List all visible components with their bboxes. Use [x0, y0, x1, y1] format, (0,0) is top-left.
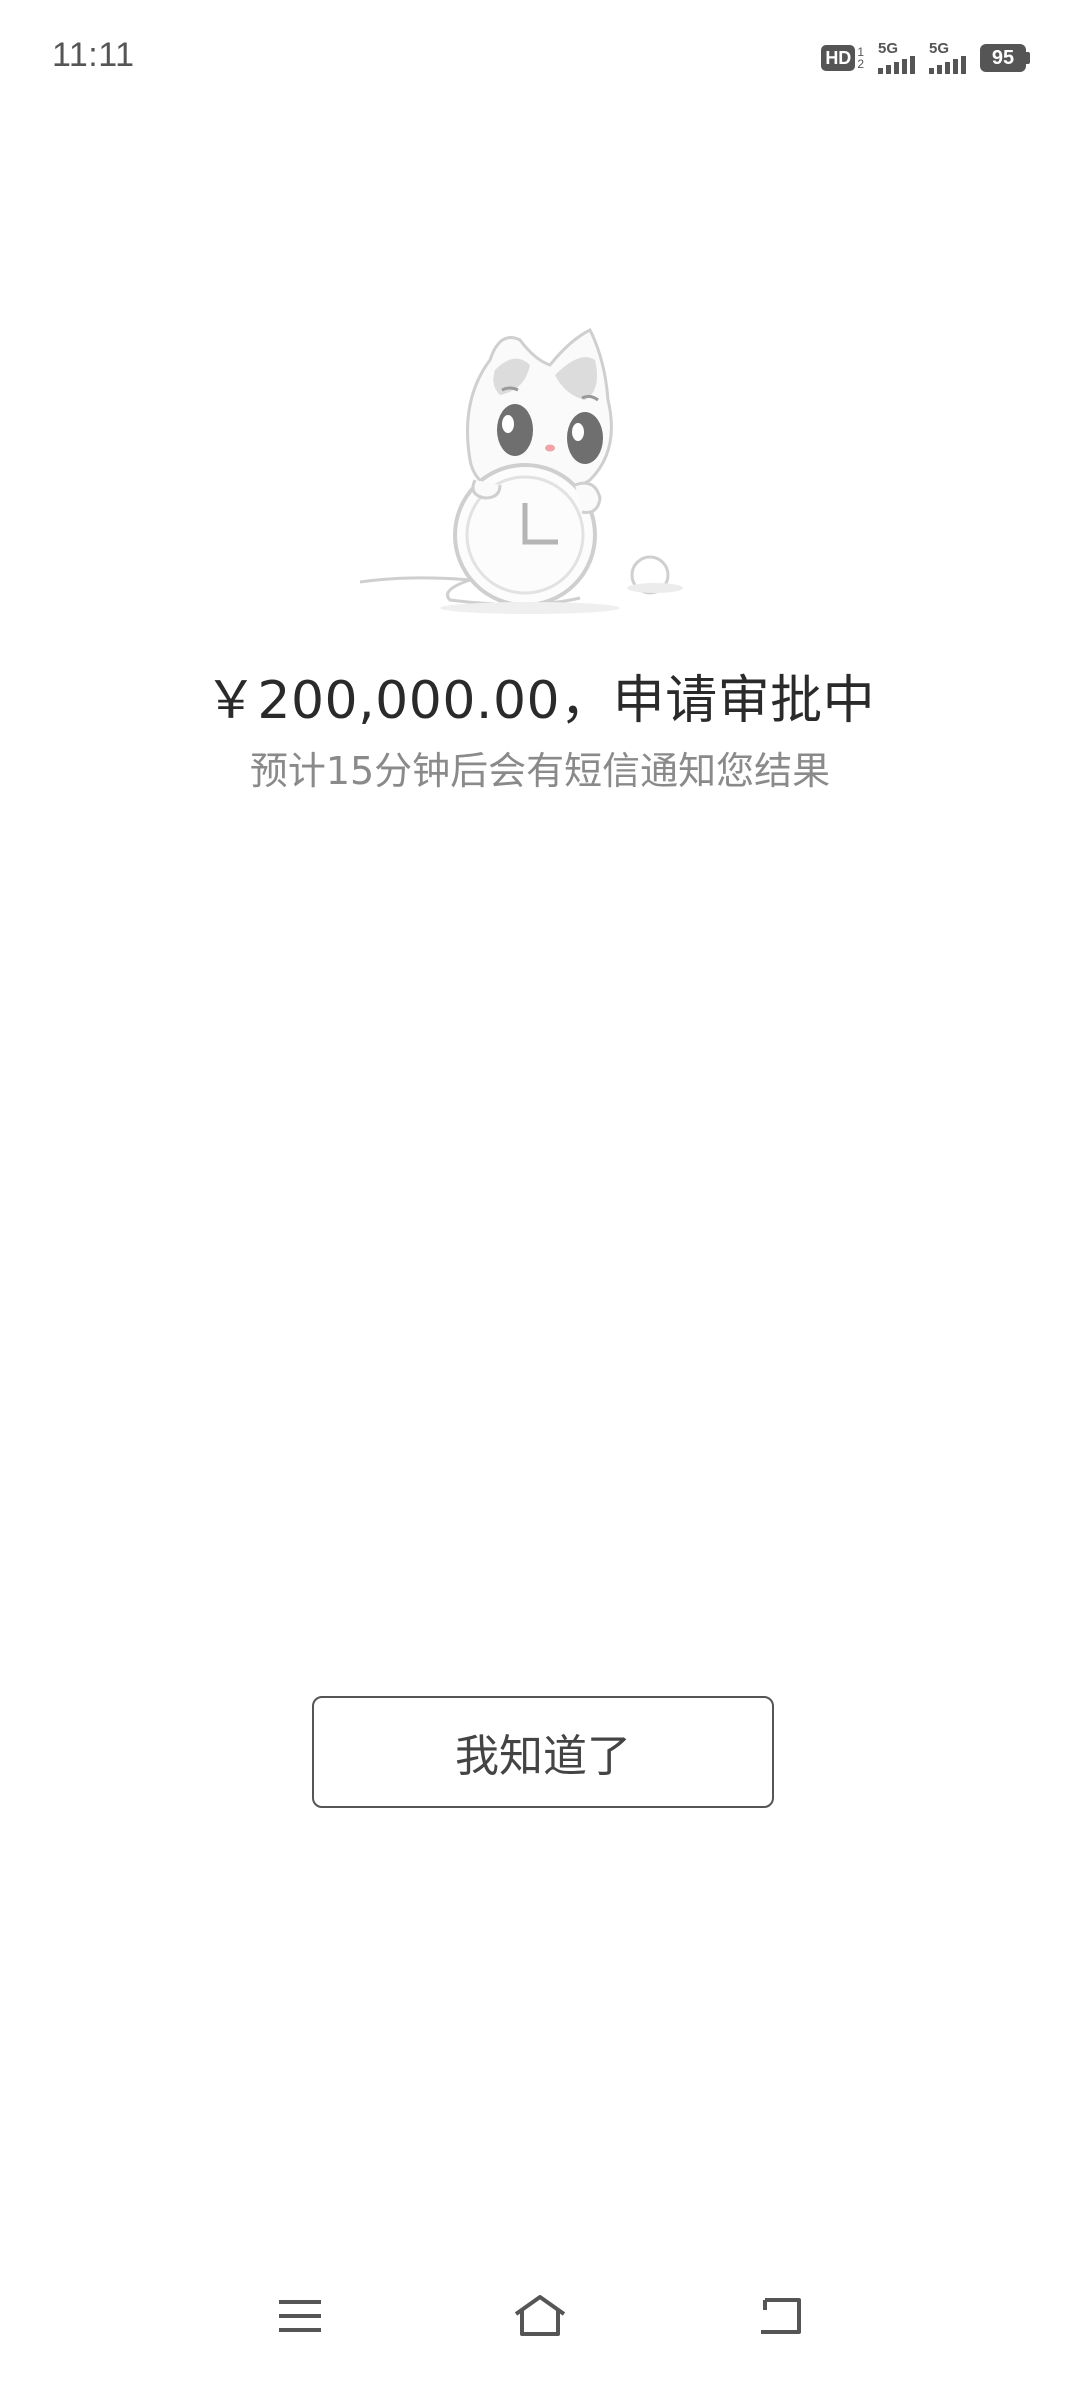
navigation-bar [0, 2258, 1080, 2388]
got-it-button-label: 我知道了 [455, 1731, 631, 1782]
status-time: 11:11 [52, 36, 135, 74]
approval-status-title: ￥200,000.00，申请审批中 [204, 671, 876, 731]
sim2-signal-icon: 5G [929, 40, 966, 74]
sms-notice-subtitle: 预计15分钟后会有短信通知您结果 [249, 749, 831, 793]
hd-sub-bottom: 2 [857, 57, 864, 71]
hd-sub: 1 2 [857, 46, 864, 70]
status-icons: HD 1 2 5G 5G 95 [821, 40, 1030, 76]
sim2-signal-bars [929, 56, 966, 74]
hd-voice-icon: HD 1 2 [821, 45, 864, 71]
sim2-network-label: 5G [929, 40, 950, 57]
status-bar: 11:11 HD 1 2 5G 5G 95 [0, 0, 1080, 120]
menu-icon[interactable] [260, 2276, 340, 2356]
battery-icon: 95 [980, 44, 1030, 72]
sim1-signal-icon: 5G [878, 40, 915, 74]
home-icon[interactable] [500, 2276, 580, 2356]
battery-level: 95 [980, 44, 1026, 72]
hd-label: HD [821, 45, 856, 71]
back-icon[interactable] [740, 2276, 820, 2356]
sim1-signal-bars [878, 56, 915, 74]
got-it-button[interactable]: 我知道了 [312, 1696, 774, 1808]
sim1-network-label: 5G [878, 40, 899, 57]
cat-with-clock-icon [350, 320, 690, 620]
